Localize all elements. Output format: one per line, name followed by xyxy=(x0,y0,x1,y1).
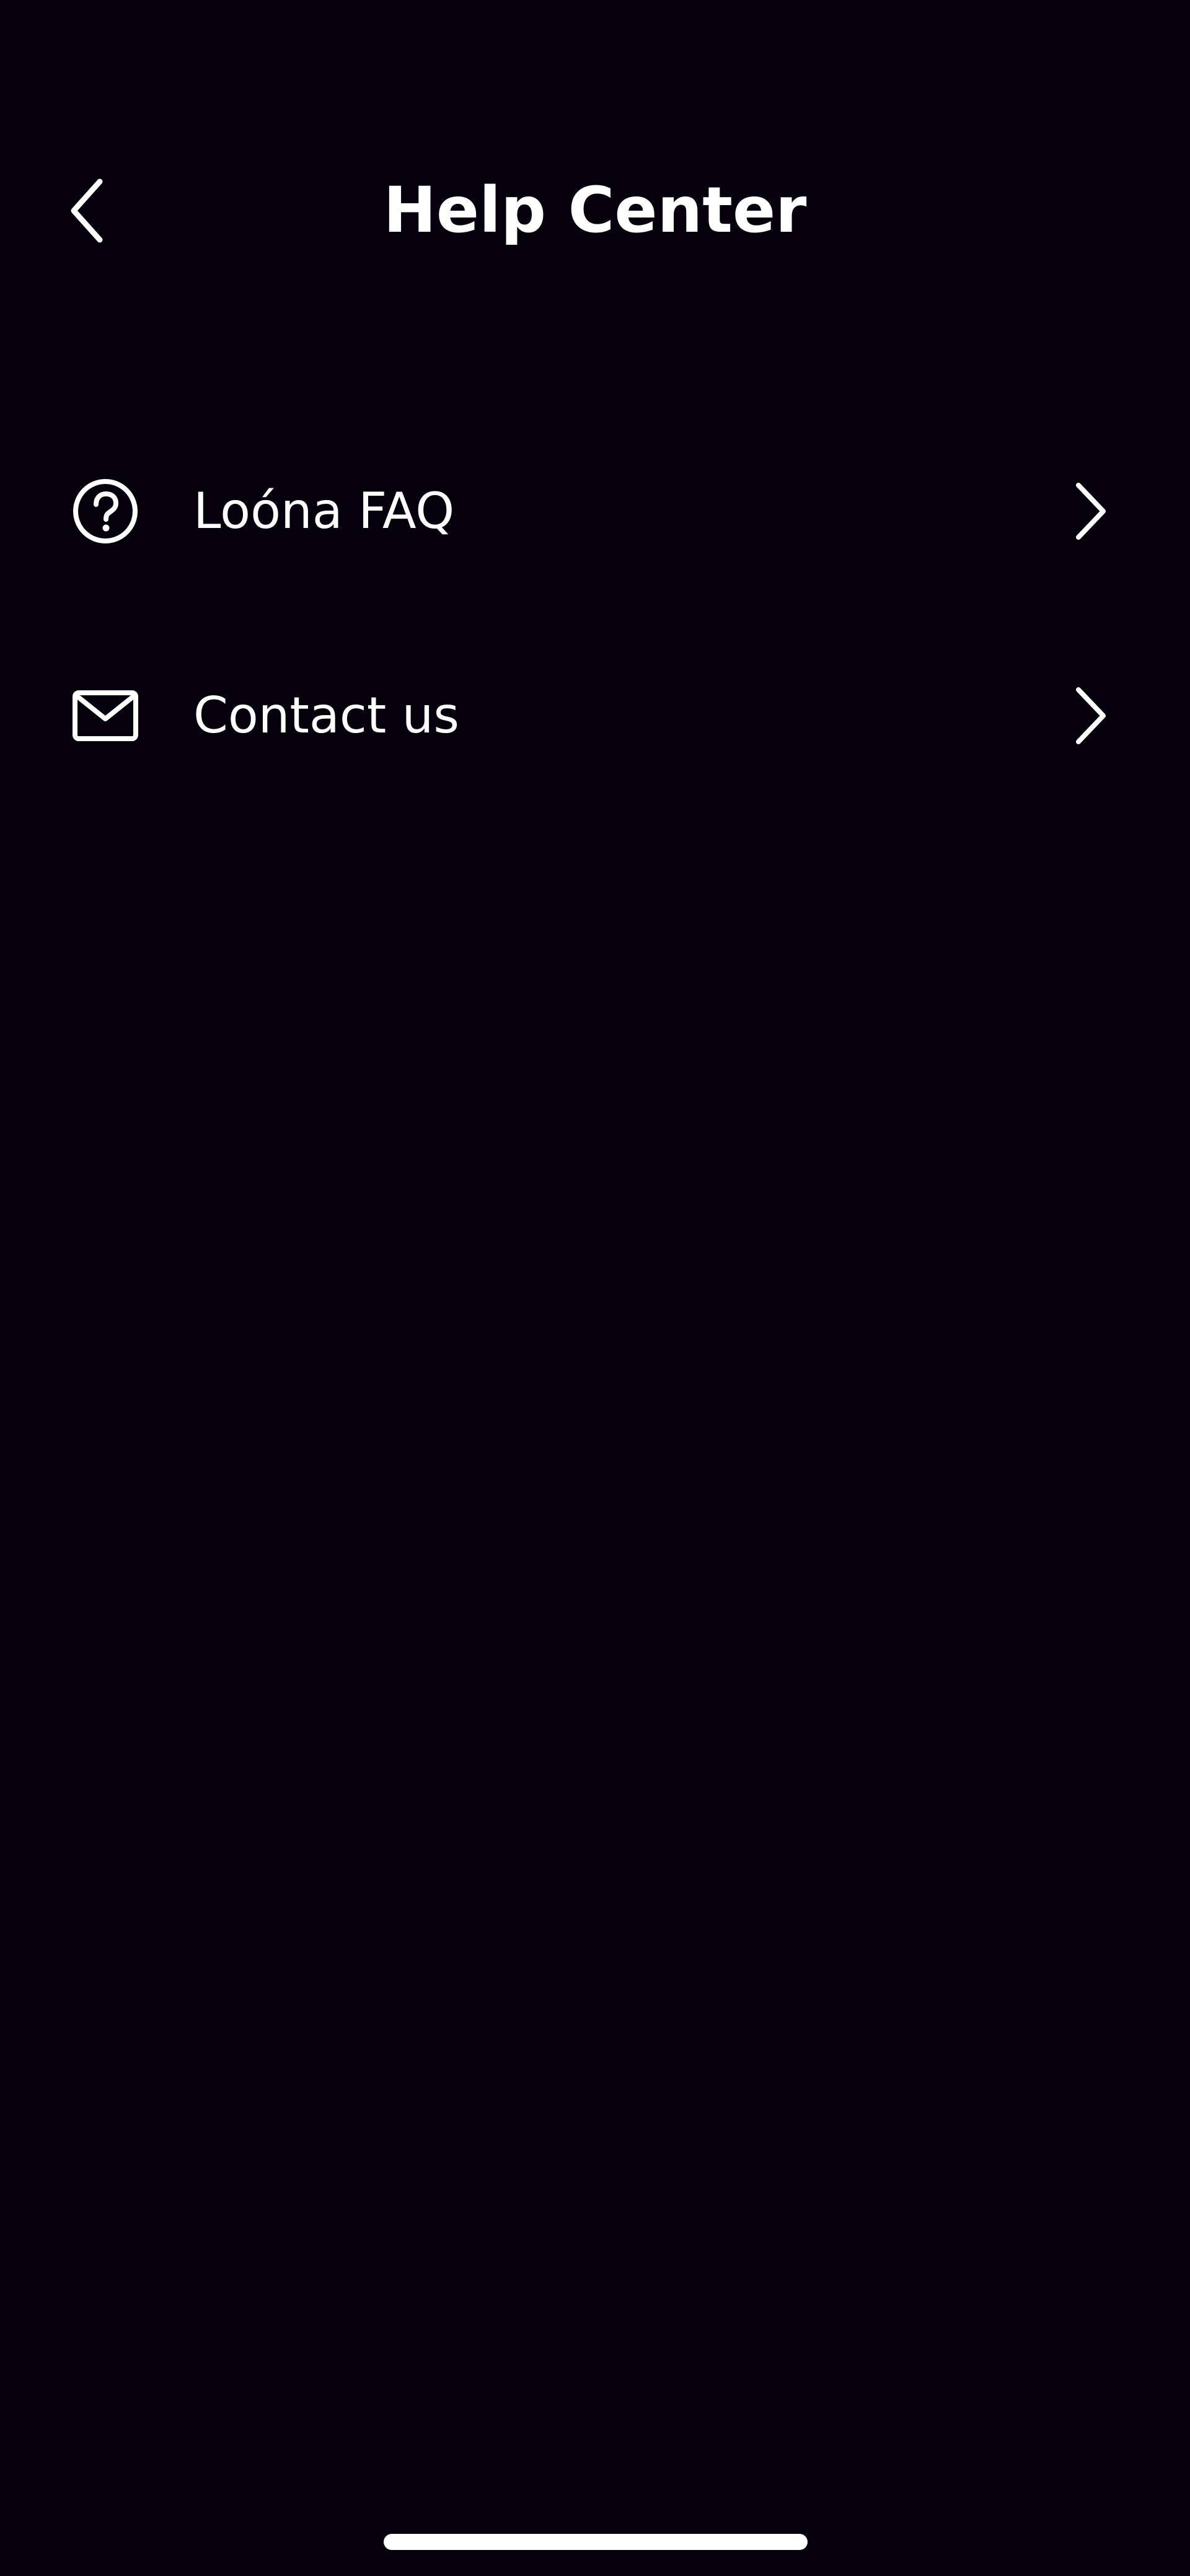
chevron-right-icon xyxy=(1063,474,1119,548)
page-title: Help Center xyxy=(383,174,807,247)
header: Help Center xyxy=(0,0,1190,322)
envelope-icon xyxy=(68,679,143,753)
menu-item-faq[interactable]: Loóna FAQ xyxy=(0,409,1190,613)
help-menu: Loóna FAQ Contact us xyxy=(0,409,1190,818)
menu-item-contact[interactable]: Contact us xyxy=(0,613,1190,818)
home-indicator xyxy=(384,2534,808,2550)
chevron-right-icon xyxy=(1063,679,1119,753)
menu-item-label: Contact us xyxy=(193,687,460,744)
question-circle-icon xyxy=(68,474,143,548)
menu-item-label: Loóna FAQ xyxy=(193,482,455,540)
